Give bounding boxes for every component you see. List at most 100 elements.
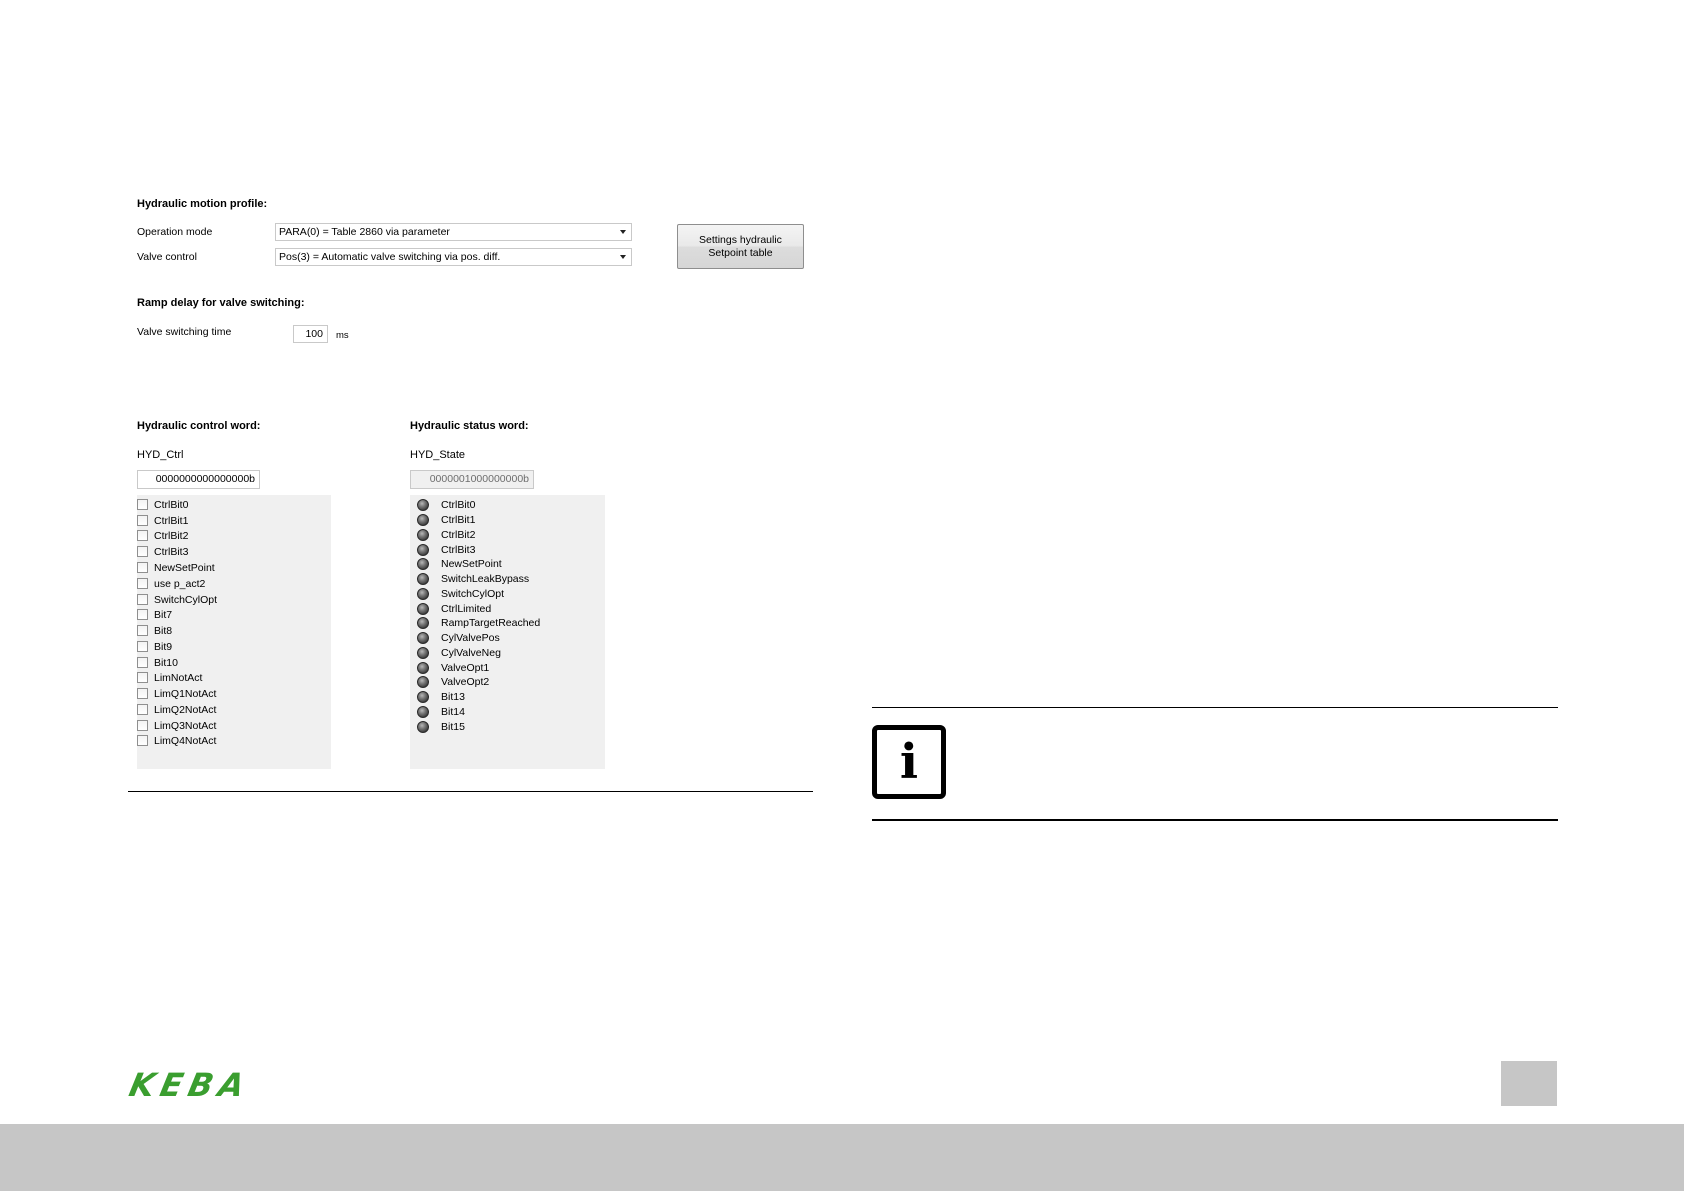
status-bit-row: SwitchCylOpt: [417, 586, 504, 601]
control-bit-row[interactable]: LimQ4NotAct: [137, 733, 216, 748]
valve-switching-time-input[interactable]: 100: [293, 325, 328, 343]
status-word-name: HYD_State: [410, 449, 466, 461]
settings-setpoint-table-button[interactable]: Settings hydraulic Setpoint table: [677, 224, 804, 269]
status-word-bits-panel: CtrlBit0 CtrlBit1 CtrlBit2 CtrlBit3 NewS…: [410, 495, 605, 769]
checkbox[interactable]: [137, 625, 148, 636]
checkbox[interactable]: [137, 578, 148, 589]
valve-control-label: Valve control: [137, 251, 197, 263]
led-indicator-icon: [417, 661, 429, 674]
led-indicator-icon: [417, 498, 429, 511]
control-bit-label: LimQ1NotAct: [154, 687, 217, 700]
control-bit-row[interactable]: CtrlBit3: [137, 544, 188, 559]
checkbox[interactable]: [137, 720, 148, 731]
control-bit-label: CtrlBit0: [154, 498, 189, 511]
control-bit-row[interactable]: CtrlBit1: [137, 513, 188, 528]
status-bit-label: CtrlBit0: [441, 498, 476, 511]
checkbox[interactable]: [137, 515, 148, 526]
status-bit-row: CtrlBit3: [417, 542, 475, 557]
control-bit-label: CtrlBit3: [154, 545, 189, 558]
control-bit-row[interactable]: Bit9: [137, 639, 172, 654]
checkbox[interactable]: [137, 735, 148, 746]
led-indicator-icon: [417, 631, 429, 644]
control-bit-row[interactable]: LimQ1NotAct: [137, 686, 216, 701]
keba-logo: KEBA: [125, 1066, 254, 1104]
status-bit-row: RampTargetReached: [417, 615, 540, 630]
control-bit-label: LimQ4NotAct: [154, 734, 217, 747]
valve-control-select[interactable]: Pos(3) = Automatic valve switching via p…: [275, 248, 632, 266]
led-indicator-icon: [417, 513, 429, 526]
control-bit-row[interactable]: Bit10: [137, 655, 178, 670]
checkbox[interactable]: [137, 499, 148, 510]
control-bit-row[interactable]: LimNotAct: [137, 670, 202, 685]
status-bit-row: SwitchLeakBypass: [417, 571, 529, 586]
status-bit-label: CtrlBit1: [441, 513, 476, 526]
status-bit-label: NewSetPoint: [441, 557, 502, 570]
checkbox[interactable]: [137, 609, 148, 620]
note-bottom-divider: [872, 819, 1558, 821]
checkbox[interactable]: [137, 546, 148, 557]
note-top-divider: [872, 707, 1558, 708]
control-bit-row[interactable]: CtrlBit0: [137, 497, 188, 512]
status-bit-label: CtrlBit2: [441, 528, 476, 541]
status-bit-label: ValveOpt1: [441, 661, 490, 674]
operation-mode-label: Operation mode: [137, 226, 213, 238]
checkbox[interactable]: [137, 562, 148, 573]
control-bit-label: CtrlBit2: [154, 529, 189, 542]
control-bit-label: LimQ3NotAct: [154, 719, 217, 732]
valve-switching-time-label: Valve switching time: [137, 326, 232, 338]
checkbox[interactable]: [137, 530, 148, 541]
checkbox[interactable]: [137, 657, 148, 668]
led-indicator-icon: [417, 690, 429, 703]
status-bit-label: CtrlLimited: [441, 602, 492, 615]
control-bit-row[interactable]: LimQ3NotAct: [137, 718, 216, 733]
led-indicator-icon: [417, 675, 429, 688]
status-bit-row: CtrlBit1: [417, 512, 475, 527]
status-bit-label: CylValveNeg: [441, 646, 501, 659]
led-indicator-icon: [417, 705, 429, 718]
checkbox[interactable]: [137, 641, 148, 652]
status-bit-label: SwitchLeakBypass: [441, 572, 530, 585]
status-bit-row: ValveOpt2: [417, 674, 489, 689]
status-bit-row: Bit15: [417, 719, 465, 734]
control-bit-label: LimNotAct: [154, 671, 203, 684]
settings-button-line1: Settings hydraulic: [699, 234, 782, 246]
checkbox[interactable]: [137, 704, 148, 715]
status-bit-row: CtrlBit2: [417, 527, 475, 542]
control-bit-label: Bit10: [154, 656, 178, 669]
control-bit-row[interactable]: Bit8: [137, 623, 172, 638]
control-word-name: HYD_Ctrl: [137, 449, 184, 461]
chevron-down-icon[interactable]: [620, 255, 626, 259]
chevron-down-icon[interactable]: [620, 230, 626, 234]
led-indicator-icon: [417, 543, 429, 556]
led-indicator-icon: [417, 572, 429, 585]
status-bit-row: CylValvePos: [417, 630, 500, 645]
control-bit-row[interactable]: CtrlBit2: [137, 528, 188, 543]
control-bit-row[interactable]: SwitchCylOpt: [137, 592, 217, 607]
status-bit-row: NewSetPoint: [417, 556, 502, 571]
checkbox[interactable]: [137, 672, 148, 683]
control-word-value-input[interactable]: 0000000000000000b: [137, 470, 260, 489]
settings-button-line2: Setpoint table: [708, 247, 773, 259]
led-indicator-icon: [417, 646, 429, 659]
operation-mode-value: PARA(0) = Table 2860 via parameter: [279, 226, 450, 238]
status-bit-label: RampTargetReached: [441, 616, 541, 629]
led-indicator-icon: [417, 587, 429, 600]
control-bit-row[interactable]: NewSetPoint: [137, 560, 215, 575]
control-bit-row[interactable]: use p_act2: [137, 576, 205, 591]
operation-mode-select[interactable]: PARA(0) = Table 2860 via parameter: [275, 223, 632, 241]
status-bit-label: Bit15: [441, 720, 465, 733]
status-word-title: Hydraulic status word:: [410, 420, 529, 432]
status-bit-row: CtrlBit0: [417, 497, 475, 512]
figure-divider: [128, 791, 813, 792]
control-bit-row[interactable]: LimQ2NotAct: [137, 702, 216, 717]
led-indicator-icon: [417, 602, 429, 615]
control-bit-label: SwitchCylOpt: [154, 593, 218, 606]
control-bit-row[interactable]: Bit7: [137, 607, 172, 622]
footer-bar: [0, 1124, 1684, 1191]
checkbox[interactable]: [137, 688, 148, 699]
valve-switching-time-unit: ms: [336, 330, 349, 341]
control-bit-label: Bit9: [154, 640, 173, 653]
ramp-delay-title: Ramp delay for valve switching:: [137, 297, 305, 309]
status-bit-label: ValveOpt2: [441, 675, 490, 688]
checkbox[interactable]: [137, 594, 148, 605]
